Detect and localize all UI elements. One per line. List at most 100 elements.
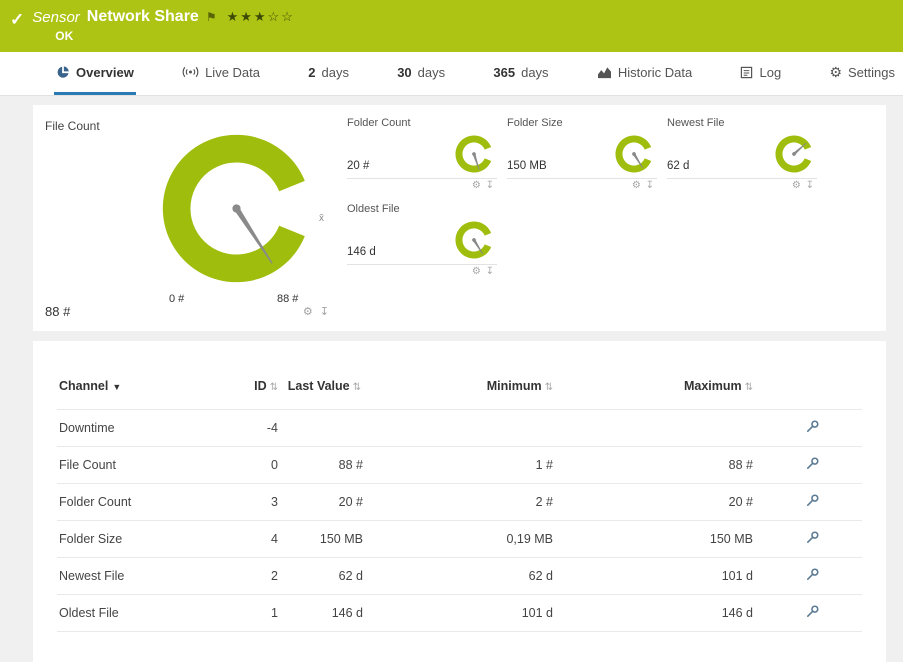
channel-settings-icon[interactable] — [805, 456, 820, 474]
tab-365-days[interactable]: 365 days — [491, 52, 550, 95]
sensor-tabbar: Overview Live Data 2 days 30 days 365 da… — [0, 52, 903, 96]
cell-id: 2 — [232, 558, 282, 595]
sort-icon: ⇅ — [745, 382, 753, 393]
tab-historic-data-label: Historic Data — [618, 65, 692, 80]
tab-overview[interactable]: Overview — [54, 52, 136, 95]
primary-gauge-value: 88 # — [45, 304, 70, 319]
channel-settings-icon[interactable] — [805, 530, 820, 548]
channel-settings-icon[interactable] — [805, 419, 820, 437]
table-row: Folder Size 4 150 MB 0,19 MB 150 MB — [57, 521, 862, 558]
channel-settings-icon[interactable] — [805, 567, 820, 585]
cell-last-value — [282, 410, 367, 447]
table-row: Folder Count 3 20 # 2 # 20 # — [57, 484, 862, 521]
cell-minimum: 101 d — [367, 595, 557, 632]
gauge-tile-folder-size: Folder Size 150 MB ⚙ ↧ — [507, 117, 657, 191]
cell-minimum: 2 # — [367, 484, 557, 521]
column-header-channel[interactable]: Channel▼ — [57, 375, 232, 410]
cell-id: 1 — [232, 595, 282, 632]
cell-minimum: 1 # — [367, 447, 557, 484]
newest-file-gauge — [771, 132, 817, 176]
tab-historic-data[interactable]: Historic Data — [595, 52, 694, 95]
cell-id: -4 — [232, 410, 282, 447]
sensor-name: Network Share — [87, 8, 199, 26]
tile-value: 146 d — [347, 246, 376, 262]
channels-panel: Channel▼ ID⇅ Last Value⇅ Minimum⇅ Maximu… — [33, 341, 886, 662]
tile-action-icons[interactable]: ⚙ ↧ — [347, 265, 497, 277]
tab-365-days-number: 365 — [493, 65, 515, 80]
tab-30-days[interactable]: 30 days — [395, 52, 447, 95]
folder-count-gauge — [451, 132, 497, 176]
column-header-last-value[interactable]: Last Value⇅ — [282, 375, 367, 410]
tile-title: Folder Size — [507, 117, 657, 129]
channels-table: Channel▼ ID⇅ Last Value⇅ Minimum⇅ Maximu… — [57, 375, 862, 632]
priority-stars[interactable]: ★★★☆☆ — [227, 9, 295, 25]
cell-last-value: 20 # — [282, 484, 367, 521]
gauge-pin-icon[interactable]: ↧ — [806, 180, 815, 191]
tile-title: Oldest File — [347, 203, 497, 215]
sort-desc-icon: ▼ — [112, 382, 121, 392]
cell-minimum: 62 d — [367, 558, 557, 595]
cell-channel: Oldest File — [57, 595, 232, 632]
mean-marker: x̄ — [319, 213, 324, 224]
gauge-tile-oldest-file: Oldest File 146 d ⚙ ↧ — [347, 203, 497, 277]
cell-maximum — [557, 410, 757, 447]
cell-last-value: 62 d — [282, 558, 367, 595]
cell-last-value: 146 d — [282, 595, 367, 632]
gauge-pin-icon[interactable]: ↧ — [486, 180, 495, 191]
tab-30-days-unit: days — [418, 65, 445, 80]
gauge-pin-icon[interactable]: ↧ — [646, 180, 655, 191]
cell-minimum — [367, 410, 557, 447]
cell-maximum: 146 d — [557, 595, 757, 632]
tab-30-days-number: 30 — [397, 65, 411, 80]
channel-settings-icon[interactable] — [805, 604, 820, 622]
sort-icon: ⇅ — [353, 382, 361, 393]
tile-value: 150 MB — [507, 160, 547, 176]
gauge-pin-icon[interactable]: ↧ — [320, 306, 331, 318]
column-header-maximum[interactable]: Maximum⇅ — [557, 375, 757, 410]
tab-live-data[interactable]: Live Data — [180, 52, 262, 95]
gauge-gear-icon[interactable]: ⚙ — [472, 180, 482, 191]
column-header-minimum[interactable]: Minimum⇅ — [367, 375, 557, 410]
gauge-tile-folder-count: Folder Count 20 # ⚙ ↧ — [347, 117, 497, 191]
cell-last-value: 88 # — [282, 447, 367, 484]
overview-icon — [56, 65, 70, 79]
sensor-kind-label: Sensor — [32, 9, 80, 26]
log-icon — [740, 66, 753, 79]
gauge-action-icons[interactable]: ⚙ ↧ — [303, 305, 331, 318]
priority-flag-icon[interactable]: ⚑ — [206, 10, 217, 24]
tab-settings-label: Settings — [848, 65, 895, 80]
table-header-row: Channel▼ ID⇅ Last Value⇅ Minimum⇅ Maximu… — [57, 375, 862, 410]
tab-log[interactable]: Log — [738, 52, 783, 95]
cell-channel: Folder Size — [57, 521, 232, 558]
cell-id: 3 — [232, 484, 282, 521]
tile-value: 20 # — [347, 160, 369, 176]
tab-2-days[interactable]: 2 days — [306, 52, 351, 95]
table-row: Downtime -4 — [57, 410, 862, 447]
historic-data-icon — [597, 66, 612, 79]
file-count-gauge — [149, 121, 324, 296]
primary-channel-gauge: File Count x̄ 0 # 88 # 88 # ⚙ ↧ — [45, 117, 335, 319]
tile-action-icons[interactable]: ⚙ ↧ — [347, 179, 497, 191]
gauge-gear-icon[interactable]: ⚙ — [792, 180, 802, 191]
cell-channel: File Count — [57, 447, 232, 484]
cell-minimum: 0,19 MB — [367, 521, 557, 558]
cell-maximum: 150 MB — [557, 521, 757, 558]
column-header-id[interactable]: ID⇅ — [232, 375, 282, 410]
cell-id: 0 — [232, 447, 282, 484]
channel-settings-icon[interactable] — [805, 493, 820, 511]
tile-value: 62 d — [667, 160, 689, 176]
tile-action-icons[interactable]: ⚙ ↧ — [667, 179, 817, 191]
table-row: Newest File 2 62 d 62 d 101 d — [57, 558, 862, 595]
column-header-actions — [757, 375, 862, 410]
tab-settings[interactable]: ⚙ Settings — [827, 52, 897, 95]
sort-icon: ⇅ — [545, 382, 553, 393]
tile-title: Newest File — [667, 117, 817, 129]
gauge-gear-icon[interactable]: ⚙ — [632, 180, 642, 191]
gauge-pin-icon[interactable]: ↧ — [486, 266, 495, 277]
tab-log-label: Log — [759, 65, 781, 80]
tile-action-icons[interactable]: ⚙ ↧ — [507, 179, 657, 191]
cell-id: 4 — [232, 521, 282, 558]
gauge-gear-icon[interactable]: ⚙ — [303, 306, 315, 318]
gauge-gear-icon[interactable]: ⚙ — [472, 266, 482, 277]
folder-size-gauge — [611, 132, 657, 176]
